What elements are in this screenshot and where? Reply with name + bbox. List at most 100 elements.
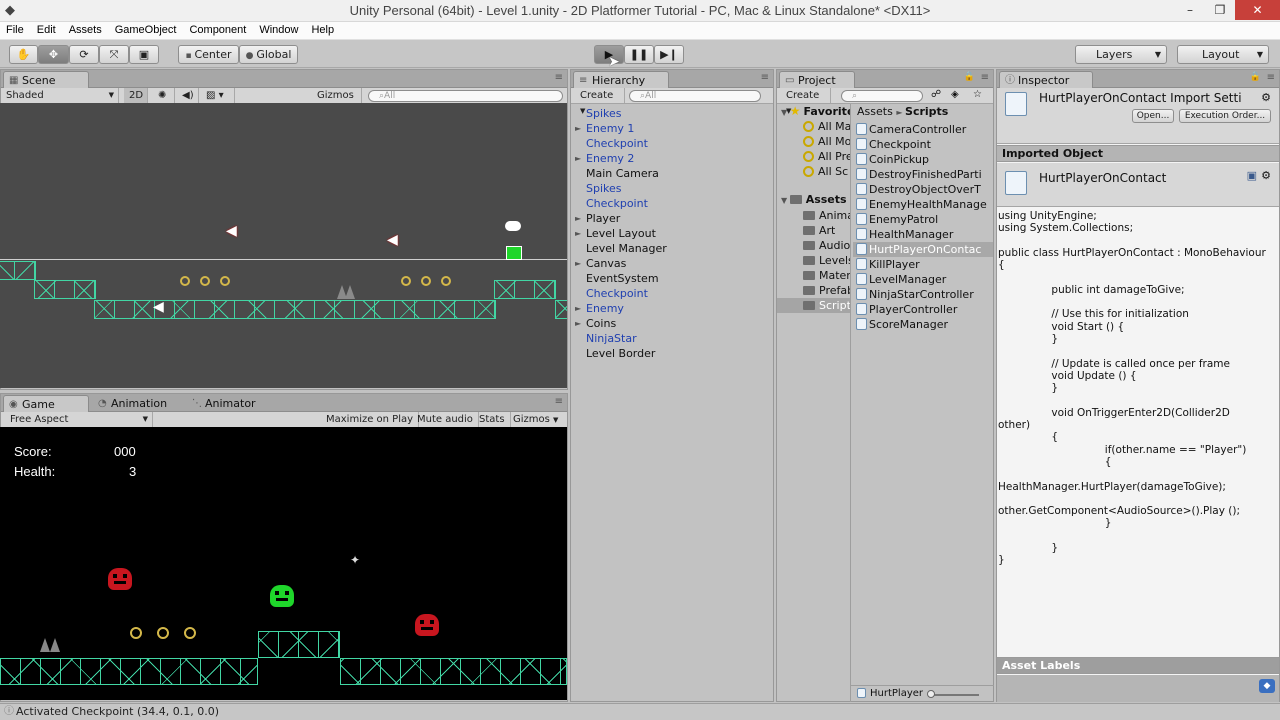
breadcrumb-assets[interactable]: Assets	[857, 105, 893, 118]
pivot-center-button[interactable]: ▪ Center	[178, 45, 239, 64]
script-item[interactable]: KillPlayer	[853, 257, 993, 272]
expand-arrow-icon[interactable]: ▼	[781, 108, 790, 117]
maximize-on-play-toggle[interactable]: Maximize on Play	[321, 412, 420, 427]
project-folder[interactable]: Anima	[803, 208, 850, 223]
hierarchy-item[interactable]: Main Camera	[571, 166, 773, 181]
script-item[interactable]: CoinPickup	[853, 152, 993, 167]
scale-tool-button[interactable]: ⤧	[99, 45, 129, 64]
minimize-icon[interactable]: –	[1175, 0, 1205, 20]
hierarchy-item[interactable]: Spikes	[571, 181, 773, 196]
hierarchy-item[interactable]: EventSystem	[571, 271, 773, 286]
script-item[interactable]: PlayerController	[853, 302, 993, 317]
layers-dropdown[interactable]: Layers ▼	[1075, 45, 1167, 64]
hierarchy-item[interactable]: Level Manager	[571, 241, 773, 256]
hierarchy-search-input[interactable]: ⌕All	[629, 90, 761, 102]
expand-arrow-icon[interactable]: ►	[575, 226, 581, 241]
tab-inspector[interactable]: ⓘ Inspector	[999, 71, 1093, 88]
tab-game[interactable]: ◉ Game	[3, 395, 89, 412]
hierarchy-item[interactable]: ► Player	[571, 211, 773, 226]
mute-audio-toggle[interactable]: Mute audio	[412, 412, 479, 427]
settings-gear-icon[interactable]: ⚙	[1261, 91, 1271, 104]
scene-player[interactable]	[506, 246, 522, 260]
panel-menu-icon[interactable]: ≡	[555, 72, 563, 83]
hierarchy-item[interactable]: Checkpoint	[571, 286, 773, 301]
open-button[interactable]: Open...	[1132, 109, 1174, 123]
script-item[interactable]: HealthManager	[853, 227, 993, 242]
pause-button[interactable]: ❚❚	[624, 45, 654, 64]
imported-object-header[interactable]: Imported Object	[997, 145, 1279, 162]
rect-tool-button[interactable]: ▣	[129, 45, 159, 64]
project-folder[interactable]: Audio	[803, 238, 850, 253]
gizmos-dropdown[interactable]: Gizmos ▼	[312, 88, 362, 115]
script-item[interactable]: EnemyPatrol	[853, 212, 993, 227]
tab-animation[interactable]: ◔ Animation	[93, 395, 183, 412]
hierarchy-item[interactable]: ► Level Layout	[571, 226, 773, 241]
tab-project[interactable]: ▭ Project	[779, 71, 855, 88]
script-item[interactable]: NinjaStarController	[853, 287, 993, 302]
favorite-item[interactable]: All Mo	[803, 134, 850, 149]
hierarchy-item[interactable]: ► Enemy 2	[571, 151, 773, 166]
favorite-item[interactable]: All Ma	[803, 119, 850, 134]
script-item[interactable]: CameraController	[853, 122, 993, 137]
expand-arrow-icon[interactable]: ►	[575, 211, 581, 226]
script-item[interactable]: HurtPlayerOnContac	[853, 242, 993, 257]
scene-search-input[interactable]: ⌕All	[368, 90, 563, 102]
hierarchy-item[interactable]: Checkpoint	[571, 136, 773, 151]
audio-icon[interactable]: ◀)	[177, 88, 199, 103]
lock-icon[interactable]: 🔒	[1250, 72, 1261, 82]
script-item[interactable]: DestroyFinishedParti	[853, 167, 993, 182]
menu-help[interactable]: Help	[305, 22, 341, 39]
settings-gear-icon[interactable]: ⚙	[1261, 169, 1271, 182]
script-item[interactable]: EnemyHealthManage	[853, 197, 993, 212]
menu-file[interactable]: File	[0, 22, 31, 39]
menu-assets[interactable]: Assets	[63, 22, 109, 39]
scene-viewport[interactable]: ◀ ◀ ◀	[0, 103, 567, 388]
filter-type-icon[interactable]: ☍	[931, 89, 941, 100]
assets-folder[interactable]: ▼ Assets	[781, 192, 847, 207]
script-item[interactable]: ScoreManager	[853, 317, 993, 332]
tab-scene[interactable]: ▦ Scene	[3, 71, 89, 88]
image-effects-icon[interactable]: ▨ ▾	[201, 88, 235, 103]
expand-arrow-icon[interactable]: ►	[575, 301, 581, 316]
project-create-dropdown[interactable]: Create ▼	[781, 88, 831, 115]
expand-arrow-icon[interactable]: ►	[575, 256, 581, 271]
favorite-item[interactable]: All Pre	[803, 149, 850, 164]
lighting-icon[interactable]: ✺	[153, 88, 175, 103]
project-folder[interactable]: Art	[803, 223, 835, 238]
script-item[interactable]: LevelManager	[853, 272, 993, 287]
pivot-global-button[interactable]: ● Global	[239, 45, 298, 64]
step-button[interactable]: ▶❙	[654, 45, 684, 64]
game-gizmos-dropdown[interactable]: Gizmos ▼	[508, 412, 563, 427]
project-folder[interactable]: Mater	[803, 268, 850, 283]
expand-arrow-icon[interactable]: ►	[575, 151, 581, 166]
panel-menu-icon[interactable]: ≡	[555, 396, 563, 407]
hand-tool-button[interactable]: ✋	[9, 45, 38, 64]
expand-arrow-icon[interactable]: ►	[575, 316, 581, 331]
menu-window[interactable]: Window	[253, 22, 305, 39]
stats-toggle[interactable]: Stats	[474, 412, 511, 427]
shading-dropdown[interactable]: Shaded ▼	[1, 88, 119, 103]
hierarchy-item[interactable]: ► Enemy	[571, 301, 773, 316]
icon-size-slider-handle[interactable]	[927, 690, 935, 698]
icon-size-slider[interactable]	[929, 694, 979, 696]
panel-menu-icon[interactable]: ≡	[1267, 72, 1275, 83]
breadcrumb-scripts[interactable]: Scripts	[905, 105, 948, 118]
restore-icon[interactable]: ❐	[1205, 0, 1235, 20]
menu-edit[interactable]: Edit	[31, 22, 63, 39]
lock-icon[interactable]: 🔒	[964, 72, 975, 82]
asset-label-tag-icon[interactable]: ◆	[1259, 679, 1275, 693]
panel-menu-icon[interactable]: ≡	[761, 72, 769, 83]
hierarchy-item[interactable]: NinjaStar	[571, 331, 773, 346]
hierarchy-item[interactable]: Level Border	[571, 346, 773, 361]
project-search-input[interactable]: ⌕	[841, 90, 923, 102]
menu-gameobject[interactable]: GameObject	[109, 22, 184, 39]
close-icon[interactable]: ✕	[1235, 0, 1280, 20]
favorites-folder[interactable]: ▼ ★Favorites	[781, 104, 850, 119]
favorite-star-icon[interactable]: ☆	[973, 89, 982, 100]
panel-menu-icon[interactable]: ≡	[981, 72, 989, 83]
hierarchy-item[interactable]: Spikes	[571, 106, 773, 121]
script-item[interactable]: Checkpoint	[853, 137, 993, 152]
hierarchy-item[interactable]: ► Coins	[571, 316, 773, 331]
favorite-item[interactable]: All Sc	[803, 164, 848, 179]
menu-component[interactable]: Component	[183, 22, 253, 39]
